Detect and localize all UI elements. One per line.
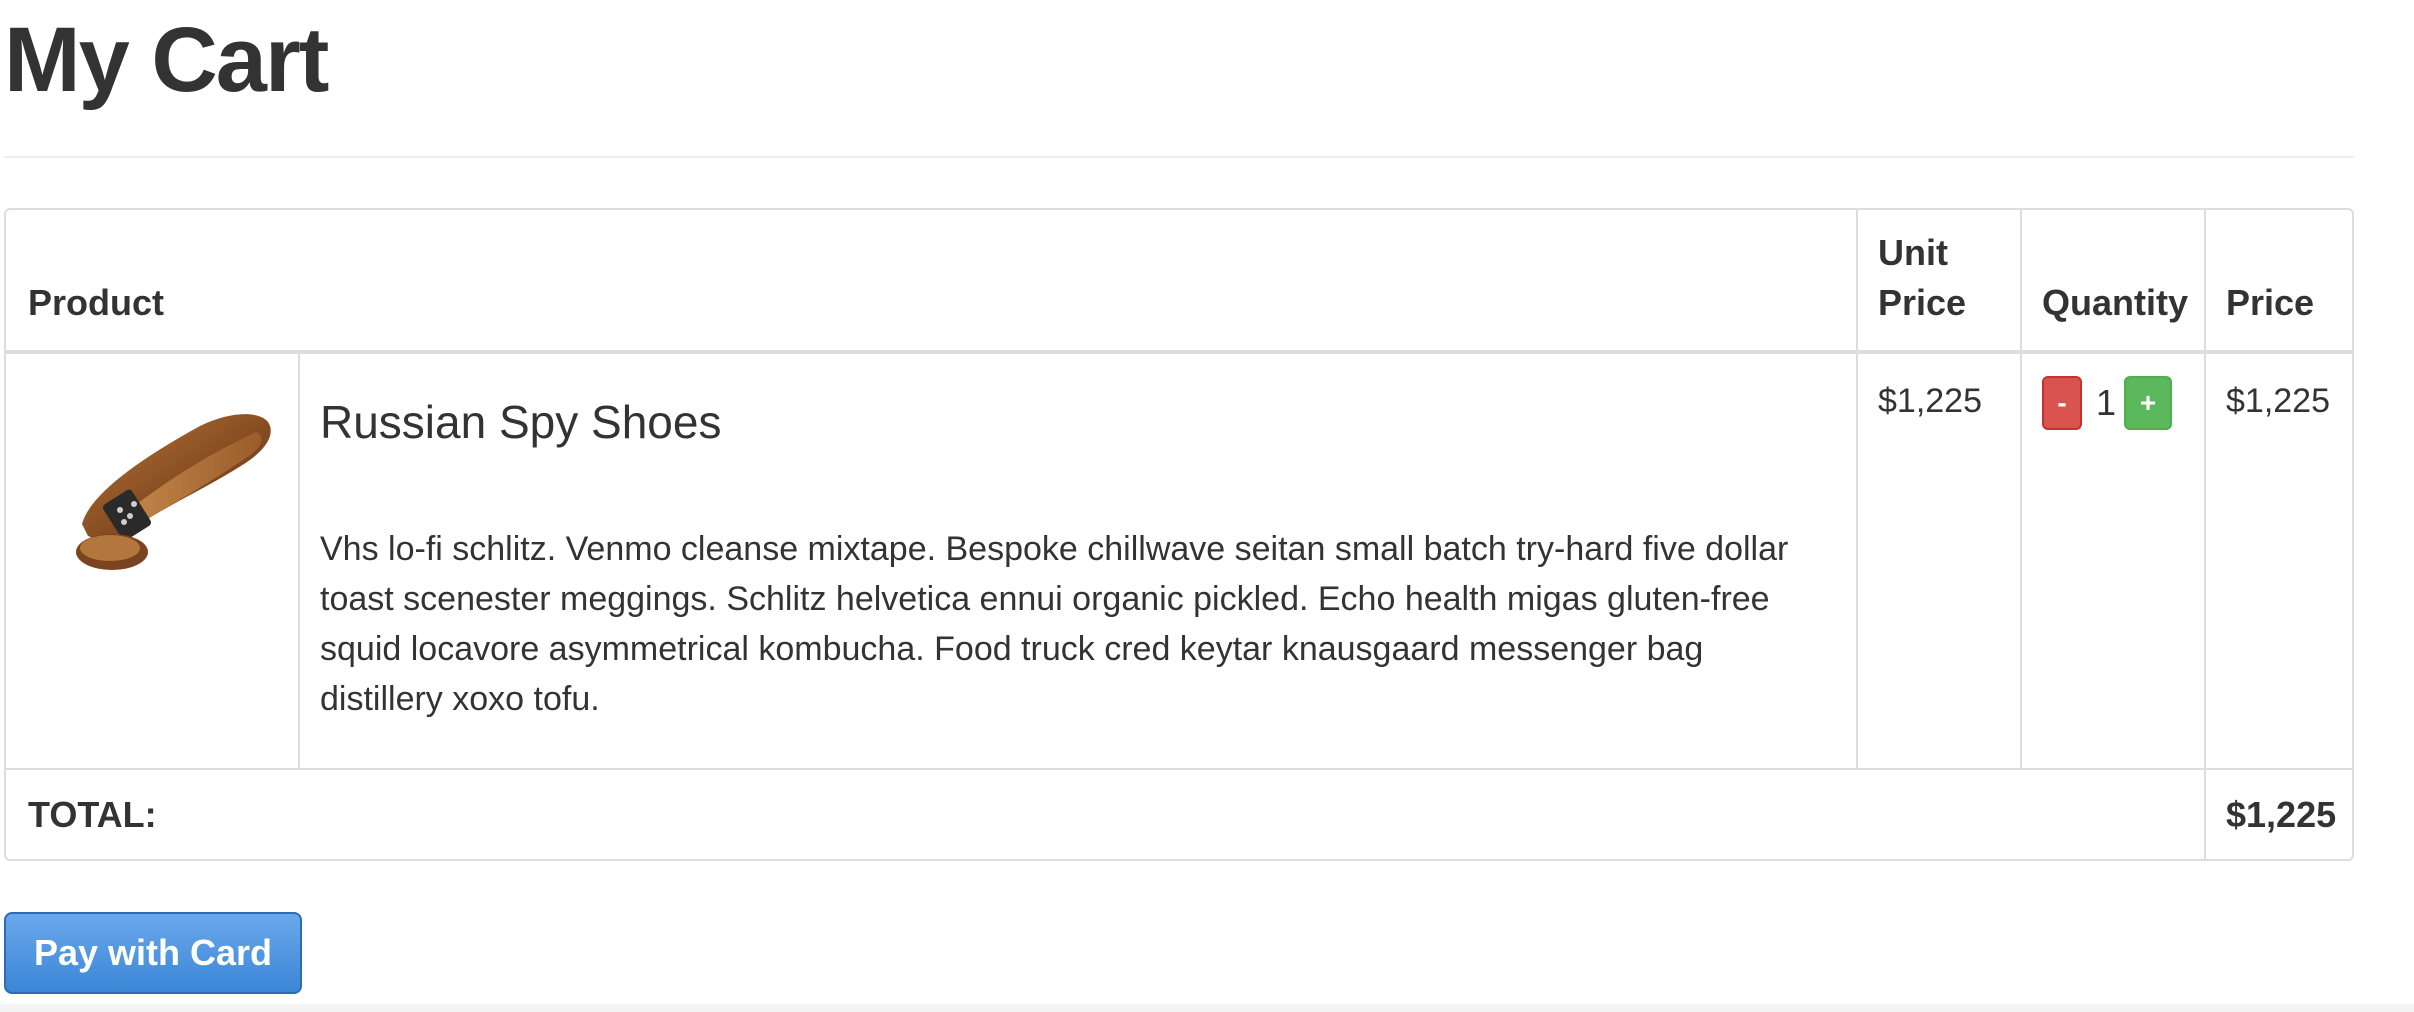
header-row-divider <box>6 350 2352 354</box>
total-row-divider <box>6 768 2352 770</box>
pay-with-card-button[interactable]: Pay with Card <box>4 912 302 994</box>
decrement-quantity-button[interactable]: - <box>2042 376 2082 430</box>
divider-unit-price <box>1856 210 1858 770</box>
quantity-value: 1 <box>2096 382 2117 423</box>
line-price: $1,225 <box>2226 382 2330 420</box>
header-product: Product <box>28 282 165 323</box>
page-bottom-edge <box>0 1004 2414 1012</box>
product-image[interactable] <box>30 374 280 584</box>
page-title: My Cart <box>4 9 329 111</box>
header-price: Price <box>2226 282 2315 323</box>
total-value: $1,225 <box>2226 794 2337 835</box>
increment-quantity-button[interactable]: + <box>2124 376 2172 430</box>
divider-product-image <box>298 350 300 770</box>
shoe-image <box>76 414 271 570</box>
unit-price: $1,225 <box>1878 382 1982 420</box>
total-label: TOTAL: <box>28 794 157 835</box>
cart-page: My Cart Product Unit Price Quantity Pric… <box>0 0 2414 1012</box>
product-name[interactable]: Russian Spy Shoes <box>320 392 721 452</box>
header-unit-price-line2: Price <box>1878 282 1967 323</box>
cart-table: Product Unit Price Quantity Price Russia… <box>4 208 2354 861</box>
product-description: Vhs lo-fi schlitz. Venmo cleanse mixtape… <box>320 530 1789 718</box>
divider-quantity <box>2020 210 2022 770</box>
title-divider <box>4 156 2354 158</box>
header-unit-price-line1: Unit <box>1878 232 1948 273</box>
header-quantity: Quantity <box>2042 282 2189 323</box>
divider-price <box>2204 210 2206 859</box>
